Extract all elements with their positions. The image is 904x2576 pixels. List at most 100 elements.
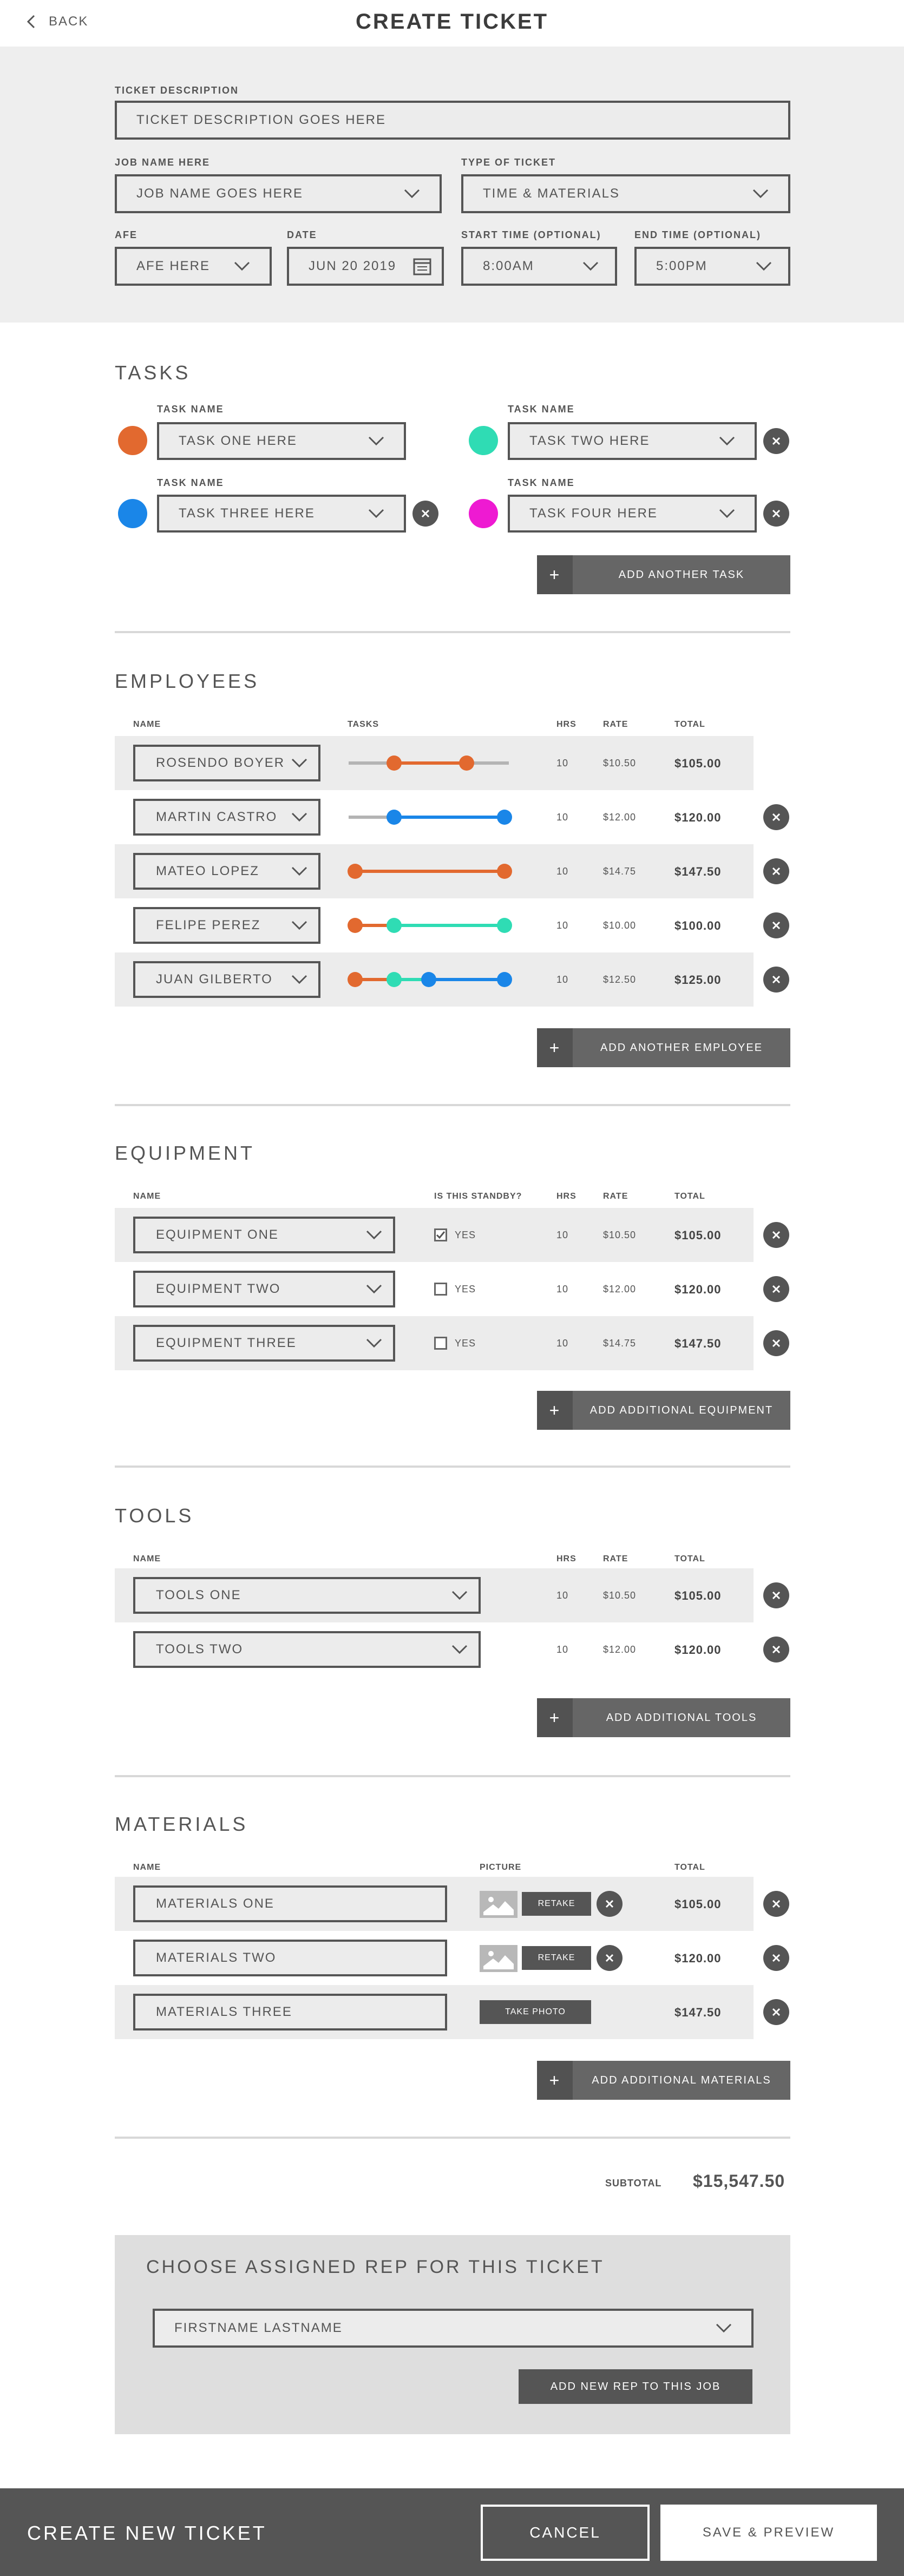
employee-select[interactable]: JUAN GILBERTO <box>133 961 320 998</box>
chevron-down-icon <box>404 189 420 199</box>
material-name-input[interactable]: MATERIALS TWO <box>133 1940 447 1976</box>
tool-select[interactable]: TOOLS ONE <box>133 1577 481 1614</box>
material-name-input[interactable]: MATERIALS ONE <box>133 1885 447 1922</box>
task-slider-handle[interactable] <box>387 918 402 933</box>
remove-tool-button[interactable] <box>763 1637 789 1662</box>
retake-photo-button[interactable]: RETAKE <box>522 1892 591 1916</box>
material-photo-thumbnail[interactable] <box>480 1945 517 1972</box>
task-name-value: TASK TWO HERE <box>529 433 650 448</box>
chevron-down-icon <box>716 2323 732 2333</box>
afe-value: AFE HERE <box>136 259 211 273</box>
remove-employee-button[interactable] <box>763 858 789 884</box>
afe-select[interactable]: AFE HERE <box>115 247 272 286</box>
add-equipment-button[interactable]: + ADD ADDITIONAL EQUIPMENT <box>537 1391 790 1430</box>
employee-select[interactable]: FELIPE PEREZ <box>133 907 320 944</box>
column-header-rate: RATE <box>603 720 628 729</box>
add-employee-button[interactable]: + ADD ANOTHER EMPLOYEE <box>537 1028 790 1067</box>
calendar-icon[interactable] <box>412 257 432 276</box>
task-slider-handle[interactable] <box>421 972 436 987</box>
remove-material-button[interactable] <box>763 1999 789 2025</box>
task-slider-handle[interactable] <box>387 972 402 987</box>
equipment-name: EQUIPMENT ONE <box>156 1227 279 1242</box>
employee-select[interactable]: MARTIN CASTRO <box>133 799 320 836</box>
retake-photo-button[interactable]: RETAKE <box>522 1946 591 1970</box>
task-slider-handle[interactable] <box>497 972 512 987</box>
hrs-value: 10 <box>556 1338 569 1349</box>
task-slider-handle[interactable] <box>348 864 363 879</box>
remove-employee-button[interactable] <box>763 967 789 993</box>
add-rep-button[interactable]: ADD NEW REP TO THIS JOB <box>519 2369 752 2404</box>
remove-equipment-button[interactable] <box>763 1276 789 1302</box>
employee-name: FELIPE PEREZ <box>156 918 261 932</box>
add-tools-button[interactable]: + ADD ADDITIONAL TOOLS <box>537 1698 790 1737</box>
close-icon <box>605 1900 614 1908</box>
remove-task-button[interactable] <box>763 501 789 527</box>
hrs-value: 10 <box>556 920 569 931</box>
task-slider-handle[interactable] <box>497 918 512 933</box>
standby-checkbox[interactable] <box>434 1337 447 1350</box>
tool-name: TOOLS TWO <box>156 1642 244 1657</box>
tool-select[interactable]: TOOLS TWO <box>133 1631 481 1668</box>
employee-select[interactable]: MATEO LOPEZ <box>133 853 320 890</box>
add-task-button[interactable]: + ADD ANOTHER TASK <box>537 555 790 594</box>
start-time-select[interactable]: 8:00AM <box>461 247 617 286</box>
material-name-input[interactable]: MATERIALS THREE <box>133 1994 447 2030</box>
task-slider-handle[interactable] <box>497 864 512 879</box>
cancel-button[interactable]: CANCEL <box>481 2505 650 2561</box>
task-select[interactable]: TASK TWO HERE <box>508 422 757 460</box>
job-name-label: JOB NAME HERE <box>115 157 211 168</box>
remove-tool-button[interactable] <box>763 1582 789 1608</box>
remove-photo-button[interactable] <box>597 1945 623 1971</box>
remove-task-button[interactable] <box>763 428 789 454</box>
task-slider-track[interactable] <box>429 978 505 981</box>
remove-material-button[interactable] <box>763 1945 789 1971</box>
close-icon <box>772 1954 781 1962</box>
close-icon <box>772 867 781 876</box>
close-icon <box>772 1900 781 1908</box>
task-select[interactable]: TASK THREE HERE <box>157 495 406 533</box>
column-header-rate: RATE <box>603 1554 628 1563</box>
job-name-select[interactable]: JOB NAME GOES HERE <box>115 174 442 213</box>
ticket-type-select[interactable]: TIME & MATERIALS <box>461 174 790 213</box>
task-name-label: TASK NAME <box>508 477 575 488</box>
save-preview-button[interactable]: SAVE & PREVIEW <box>660 2505 877 2561</box>
add-materials-button[interactable]: + ADD ADDITIONAL MATERIALS <box>537 2061 790 2100</box>
task-slider-handle[interactable] <box>387 755 402 771</box>
material-photo-thumbnail[interactable] <box>480 1891 517 1918</box>
task-slider-track[interactable] <box>394 816 505 819</box>
assigned-rep-select[interactable]: FIRSTNAME LASTNAME <box>153 2309 754 2348</box>
task-slider-track[interactable] <box>394 924 505 927</box>
ticket-description-input[interactable]: TICKET DESCRIPTION GOES HERE <box>115 101 790 140</box>
task-slider-track[interactable] <box>355 870 505 873</box>
task-slider-track[interactable] <box>394 761 467 765</box>
remove-equipment-button[interactable] <box>763 1330 789 1356</box>
total-value: $120.00 <box>674 1951 722 1965</box>
equipment-select[interactable]: EQUIPMENT THREE <box>133 1325 395 1362</box>
equipment-select[interactable]: EQUIPMENT TWO <box>133 1271 395 1307</box>
remove-photo-button[interactable] <box>597 1891 623 1917</box>
take-photo-button[interactable]: TAKE PHOTO <box>480 2000 591 2024</box>
remove-employee-button[interactable] <box>763 804 789 830</box>
equipment-select[interactable]: EQUIPMENT ONE <box>133 1217 395 1253</box>
date-picker[interactable]: JUN 20 2019 <box>287 247 444 286</box>
task-slider-handle[interactable] <box>348 918 363 933</box>
task-slider-handle[interactable] <box>497 810 512 825</box>
add-task-label: ADD ANOTHER TASK <box>618 568 745 581</box>
remove-equipment-button[interactable] <box>763 1222 789 1248</box>
chevron-down-icon <box>291 866 307 876</box>
remove-employee-button[interactable] <box>763 912 789 938</box>
task-slider-handle[interactable] <box>348 972 363 987</box>
equipment-heading: EQUIPMENT <box>115 1142 256 1164</box>
standby-checkbox[interactable] <box>434 1228 447 1241</box>
end-time-select[interactable]: 5:00PM <box>634 247 790 286</box>
remove-material-button[interactable] <box>763 1891 789 1917</box>
standby-label: YES <box>455 1284 476 1294</box>
chevron-down-icon <box>291 921 307 930</box>
task-select[interactable]: TASK ONE HERE <box>157 422 406 460</box>
task-slider-handle[interactable] <box>459 755 474 771</box>
employee-select[interactable]: ROSENDO BOYER <box>133 745 320 781</box>
task-slider-handle[interactable] <box>387 810 402 825</box>
remove-task-button[interactable] <box>412 501 438 527</box>
standby-checkbox[interactable] <box>434 1283 447 1296</box>
task-select[interactable]: TASK FOUR HERE <box>508 495 757 533</box>
